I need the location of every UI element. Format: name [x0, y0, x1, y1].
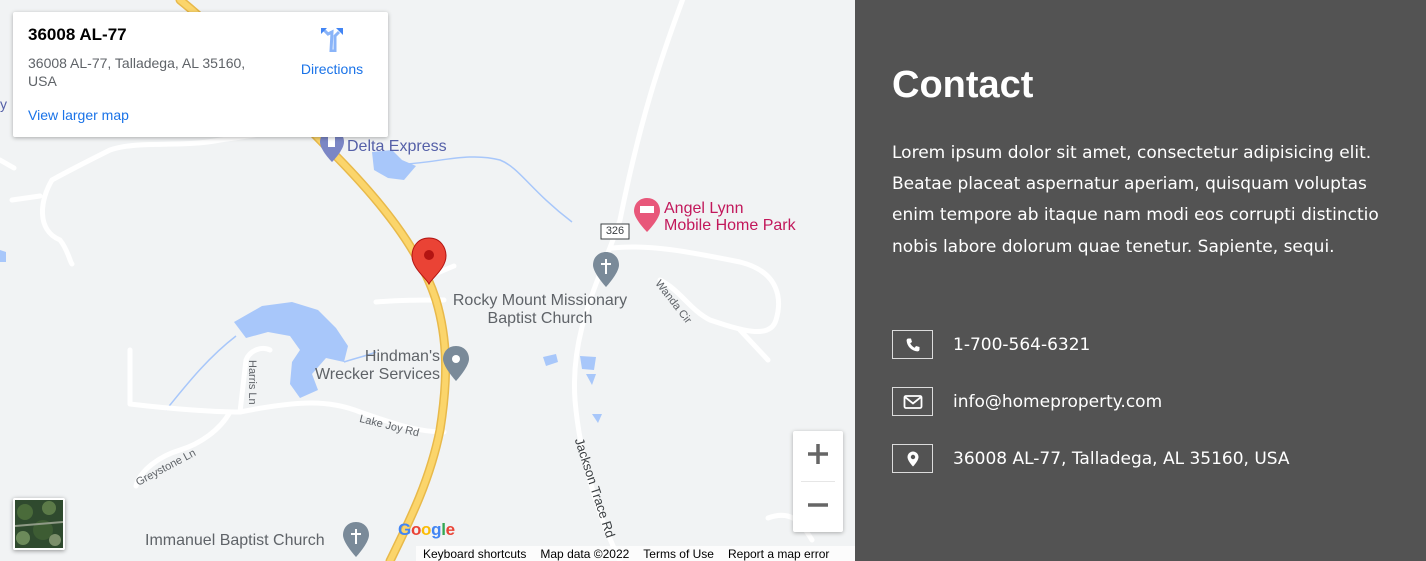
logo-letter: o [421, 520, 432, 539]
place-info-card: 36008 AL-77 36008 AL-77, Talladega, AL 3… [13, 12, 388, 137]
poi-label-rocky-mount[interactable]: Rocky Mount Missionary Baptist Church [443, 292, 637, 328]
logo-letter: g [431, 520, 442, 539]
plus-icon [807, 443, 829, 470]
stream [165, 335, 237, 411]
map-attribution-bar: Keyboard shortcuts Map data ©2022 Terms … [416, 546, 855, 561]
pond-shape [586, 374, 596, 385]
logo-letter: e [445, 520, 455, 539]
route-shield-label: 326 [605, 225, 625, 237]
satellite-thumbnail-icon [15, 500, 63, 548]
zoom-in-button[interactable] [793, 431, 843, 481]
contact-phone-row: 1-700-564-6321 [892, 330, 1090, 359]
contact-address-row: 36008 AL-77, Talladega, AL 35160, USA [892, 444, 1290, 473]
poi-label-line: Angel Lynn [664, 200, 744, 217]
contact-panel: Contact Lorem ipsum dolor sit amet, cons… [855, 0, 1426, 561]
contact-email[interactable]: info@homeproperty.com [953, 392, 1162, 412]
pond-shape [543, 354, 558, 366]
road-label-harris-ln: Harris Ln [246, 360, 258, 405]
map-pin-icon [892, 444, 933, 473]
directions-icon [319, 27, 345, 56]
poi-label-delta-express[interactable]: Delta Express [347, 138, 447, 156]
poi-label-line: Mobile Home Park [664, 217, 796, 234]
contact-email-row: info@homeproperty.com [892, 387, 1162, 416]
pond-shape [580, 356, 596, 370]
logo-letter: G [398, 520, 411, 539]
directions-button[interactable]: Directions [297, 26, 367, 77]
place-title: 36008 AL-77 [28, 25, 127, 44]
pond-shape [0, 250, 6, 262]
poi-label-immanuel[interactable]: Immanuel Baptist Church [145, 532, 325, 550]
keyboard-shortcuts-link[interactable]: Keyboard shortcuts [416, 547, 533, 561]
poi-label-line: Hindman's [364, 348, 440, 365]
logo-letter: o [410, 520, 422, 539]
poi-label-hindmans[interactable]: Hindman's Wrecker Services [305, 348, 440, 384]
stream [405, 156, 573, 223]
contact-description: Lorem ipsum dolor sit amet, consectetur … [892, 143, 1379, 257]
map-edge-label: y [0, 96, 7, 112]
directions-label: Directions [300, 61, 364, 77]
poi-label-line: Baptist Church [487, 310, 593, 327]
zoom-out-button[interactable] [793, 482, 843, 532]
contact-address: 36008 AL-77, Talladega, AL 35160, USA [953, 448, 1290, 469]
zoom-control [793, 431, 843, 532]
poi-label-line: Rocky Mount Missionary [452, 292, 628, 309]
place-address: 36008 AL-77, Talladega, AL 35160, USA [28, 55, 246, 89]
envelope-icon [892, 387, 933, 416]
poi-label-angel-lynn[interactable]: Angel Lynn Mobile Home Park [664, 200, 796, 234]
terms-of-use-link[interactable]: Terms of Use [636, 547, 721, 561]
satellite-view-toggle[interactable] [13, 498, 65, 550]
phone-icon [892, 330, 933, 359]
report-map-error-link[interactable]: Report a map error [721, 547, 836, 561]
lodging-icon [634, 198, 660, 232]
poi-label-line: Wrecker Services [314, 366, 440, 383]
church-icon [343, 522, 369, 557]
view-larger-map-link[interactable]: View larger map [28, 107, 129, 123]
contact-phone[interactable]: 1-700-564-6321 [953, 335, 1090, 355]
contact-heading: Contact [892, 64, 1034, 106]
map-marker-icon[interactable] [411, 237, 447, 286]
map-data-text: Map data ©2022 [540, 546, 630, 561]
pond-shape [592, 414, 602, 423]
google-logo: Google [398, 520, 455, 540]
map-view[interactable]: Delta Express Angel Lynn Mobile Home Par… [0, 0, 855, 561]
minus-icon [807, 494, 829, 521]
